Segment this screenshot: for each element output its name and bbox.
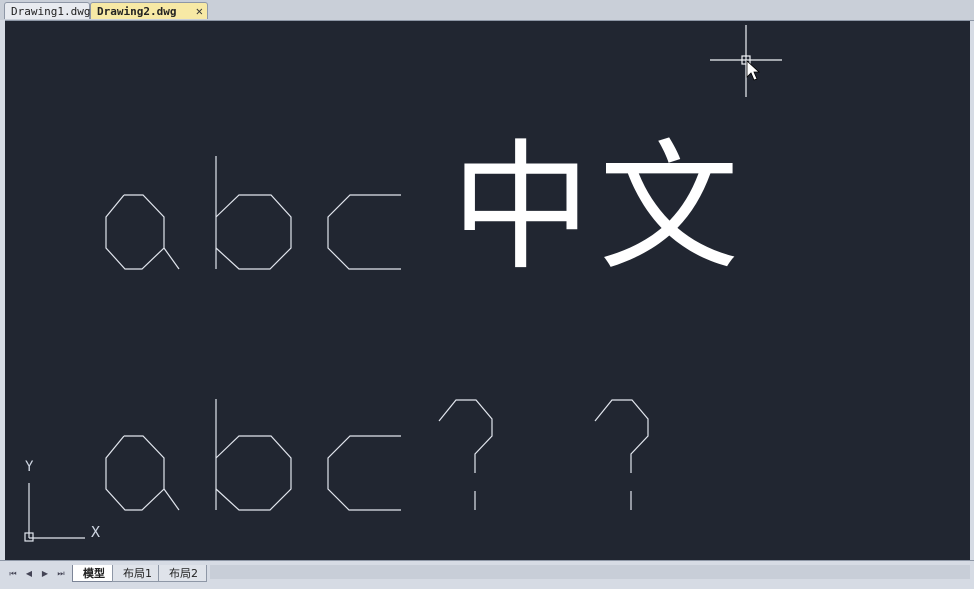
ucs-x-label: X [91,523,101,541]
tab-drawing2[interactable]: Drawing2.dwg ✕ [90,2,208,19]
glyph-question-1 [438,399,493,473]
canvas-geometry [24,25,782,542]
glyph-a-row1 [105,194,165,270]
tab-drawing1[interactable]: Drawing1.dwg [4,2,90,19]
first-layout-icon[interactable]: ⏮ [6,567,20,581]
close-icon[interactable]: ✕ [196,3,203,20]
glyph-a-row1-tail [163,247,180,270]
last-layout-icon[interactable]: ⏭ [54,567,68,581]
cjk-char-zhong: 中 [451,127,592,290]
glyph-question-2 [594,399,649,473]
layout-nav-buttons: ⏮ ◀ ▶ ⏭ [6,567,68,581]
tab-layout1-label: 布局1 [123,567,152,580]
glyph-c-row2 [327,435,401,511]
drawing-canvas[interactable]: 中 文 Y X [5,21,970,560]
prev-layout-icon[interactable]: ◀ [22,567,36,581]
glyph-a-row2-tail [163,488,180,511]
tab-drawing1-label: Drawing1.dwg [11,5,91,18]
tab-layout2-label: 布局2 [169,567,198,580]
ucs-y-label: Y [25,459,34,475]
layout-tab-bar: ⏮ ◀ ▶ ⏭ 模型 布局1 布局2 [0,560,974,589]
cjk-char-wen: 文 [599,127,740,290]
mouse-pointer-icon [746,60,761,81]
tab-drawing2-label: Drawing2.dwg [97,5,177,18]
tab-layout1[interactable]: 布局1 [112,565,161,582]
glyph-b-row1-bowl [215,194,292,270]
glyph-c-row1 [327,194,401,270]
tab-model[interactable]: 模型 [72,565,114,582]
glyph-a-row2 [105,435,165,511]
tab-layout2[interactable]: 布局2 [158,565,207,582]
glyph-b-row2-bowl [215,435,292,511]
document-tab-bar: Drawing1.dwg Drawing2.dwg ✕ [0,0,974,21]
tab-model-label: 模型 [83,567,105,580]
next-layout-icon[interactable]: ▶ [38,567,52,581]
horizontal-scrollbar[interactable] [210,565,970,579]
